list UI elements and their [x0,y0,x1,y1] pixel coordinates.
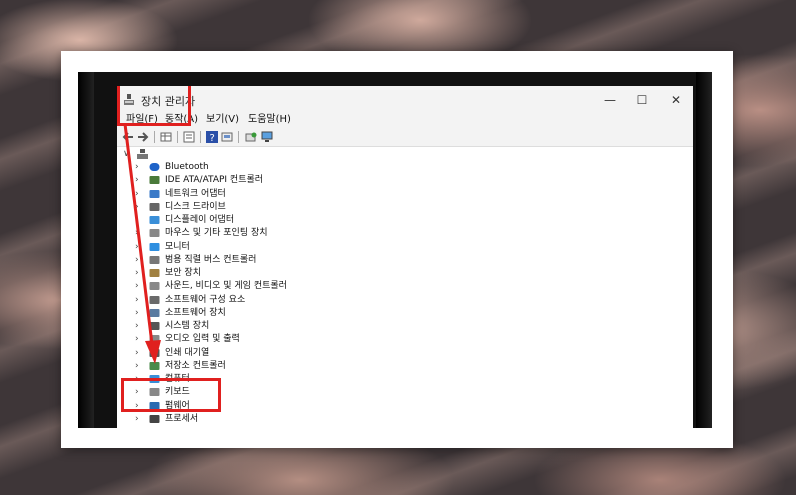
red-arrow-overlay [123,123,161,364]
right-shadow [696,72,712,428]
arrow-head [145,340,161,364]
arrow-line [123,123,154,345]
device-manager-window: 장치 관리자 — ☐ ✕ 파일(F) 동작(A) 보기(V) 도움말(H) ? … [117,86,693,428]
left-shadow [78,72,94,428]
